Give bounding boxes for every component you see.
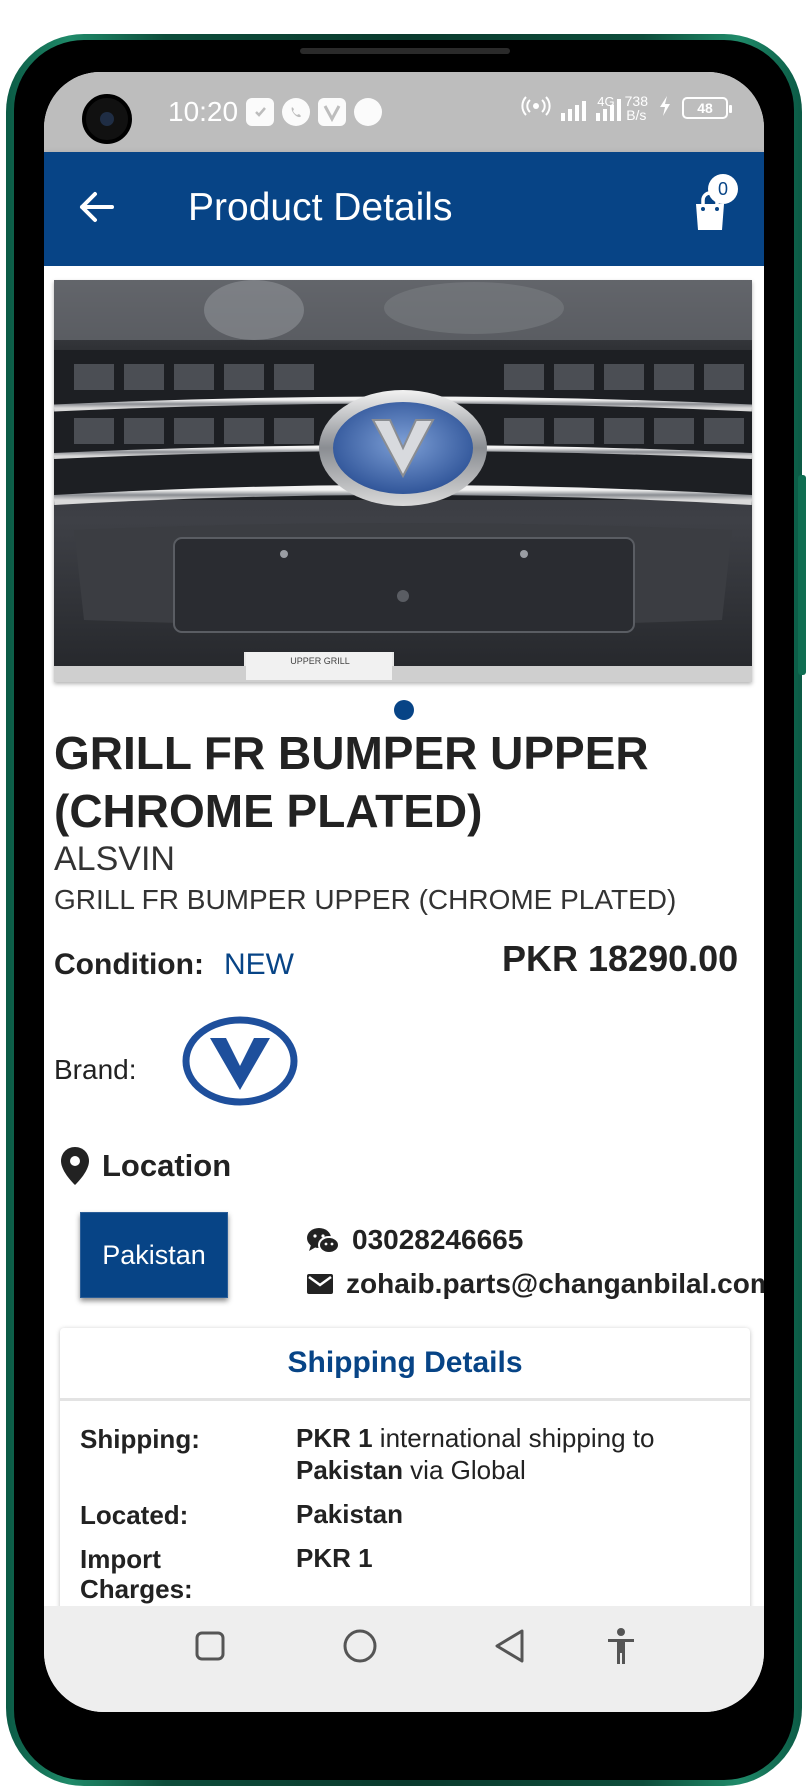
brand-label: Brand: — [54, 1054, 137, 1085]
changan-logo — [182, 1016, 298, 1106]
import-charges-value: PKR 1 — [296, 1543, 373, 1573]
v-app-icon — [318, 98, 346, 126]
back-triangle-icon[interactable] — [492, 1628, 526, 1669]
net-speed: 738 B/s — [624, 93, 648, 123]
signal-icon — [561, 95, 587, 121]
shipping-label: Shipping: — [80, 1424, 200, 1454]
located-value: Pakistan — [296, 1499, 403, 1529]
shipping-value: PKR 1 international shipping to Pakistan… — [296, 1423, 655, 1485]
divider — [60, 1398, 750, 1401]
status-bar: 10:20 4G 738 B/s 48 — [44, 72, 764, 152]
carousel-indicator[interactable] — [394, 700, 414, 720]
back-arrow-icon[interactable] — [74, 185, 118, 229]
shipping-details-card: Shipping Details Shipping: PKR 1 interna… — [60, 1328, 750, 1606]
shipping-details-title[interactable]: Shipping Details — [60, 1346, 750, 1380]
status-time: 10:20 — [168, 96, 239, 127]
product-image[interactable]: UPPER GRILL — [54, 280, 752, 682]
location-label: Location — [102, 1148, 232, 1183]
wechat-icon — [306, 1226, 340, 1261]
system-nav-bar — [44, 1606, 764, 1712]
screen: 10:20 4G 738 B/s 48 Product Details 0 UP… — [44, 72, 764, 1712]
side-button — [798, 475, 806, 675]
located-label: Located: — [80, 1500, 189, 1530]
contact-email[interactable]: zohaib.parts@changanbilal.com — [346, 1268, 764, 1300]
recents-square-icon[interactable] — [194, 1630, 226, 1667]
country-button[interactable]: Pakistan — [80, 1212, 228, 1298]
sync-icon — [354, 98, 382, 126]
product-subtitle: GRILL FR BUMPER UPPER (CHROME PLATED) — [54, 884, 677, 915]
product-details-scroll[interactable]: UPPER GRILL GRILL FR BUMPER UPPER (CHROM… — [44, 266, 764, 1606]
contact-phone[interactable]: 03028246665 — [352, 1224, 523, 1256]
battery-icon: 48 — [682, 97, 732, 119]
condition-value: NEW — [224, 948, 294, 981]
condition-label: Condition: — [54, 948, 204, 981]
front-camera — [82, 94, 132, 144]
product-title: GRILL FR BUMPER UPPER (CHROME PLATED) — [54, 727, 649, 837]
page-title: Product Details — [188, 186, 453, 229]
accessibility-icon[interactable] — [604, 1626, 638, 1671]
product-photo — [54, 280, 752, 682]
import-charges-label: Import Charges: — [80, 1544, 193, 1604]
cart-count-badge: 0 — [708, 174, 738, 204]
image-caption: UPPER GRILL — [290, 656, 350, 666]
product-price: PKR 18290.00 — [502, 938, 739, 979]
whatsapp-icon — [282, 98, 310, 126]
device-frame: 10:20 4G 738 B/s 48 Product Details 0 UP… — [0, 0, 808, 1786]
system-status: 4G 738 B/s 48 — [521, 93, 732, 123]
hotspot-icon — [521, 95, 551, 122]
shield-icon — [246, 98, 274, 126]
notification-icons — [246, 98, 382, 126]
home-circle-icon[interactable] — [342, 1628, 378, 1669]
location-pin-icon — [60, 1146, 90, 1191]
product-model: ALSVIN — [54, 840, 175, 878]
network-type: 4G — [597, 93, 615, 109]
app-bar: Product Details 0 — [44, 152, 764, 266]
charging-icon — [658, 95, 672, 122]
earpiece — [300, 48, 510, 54]
mail-icon — [306, 1272, 334, 1301]
